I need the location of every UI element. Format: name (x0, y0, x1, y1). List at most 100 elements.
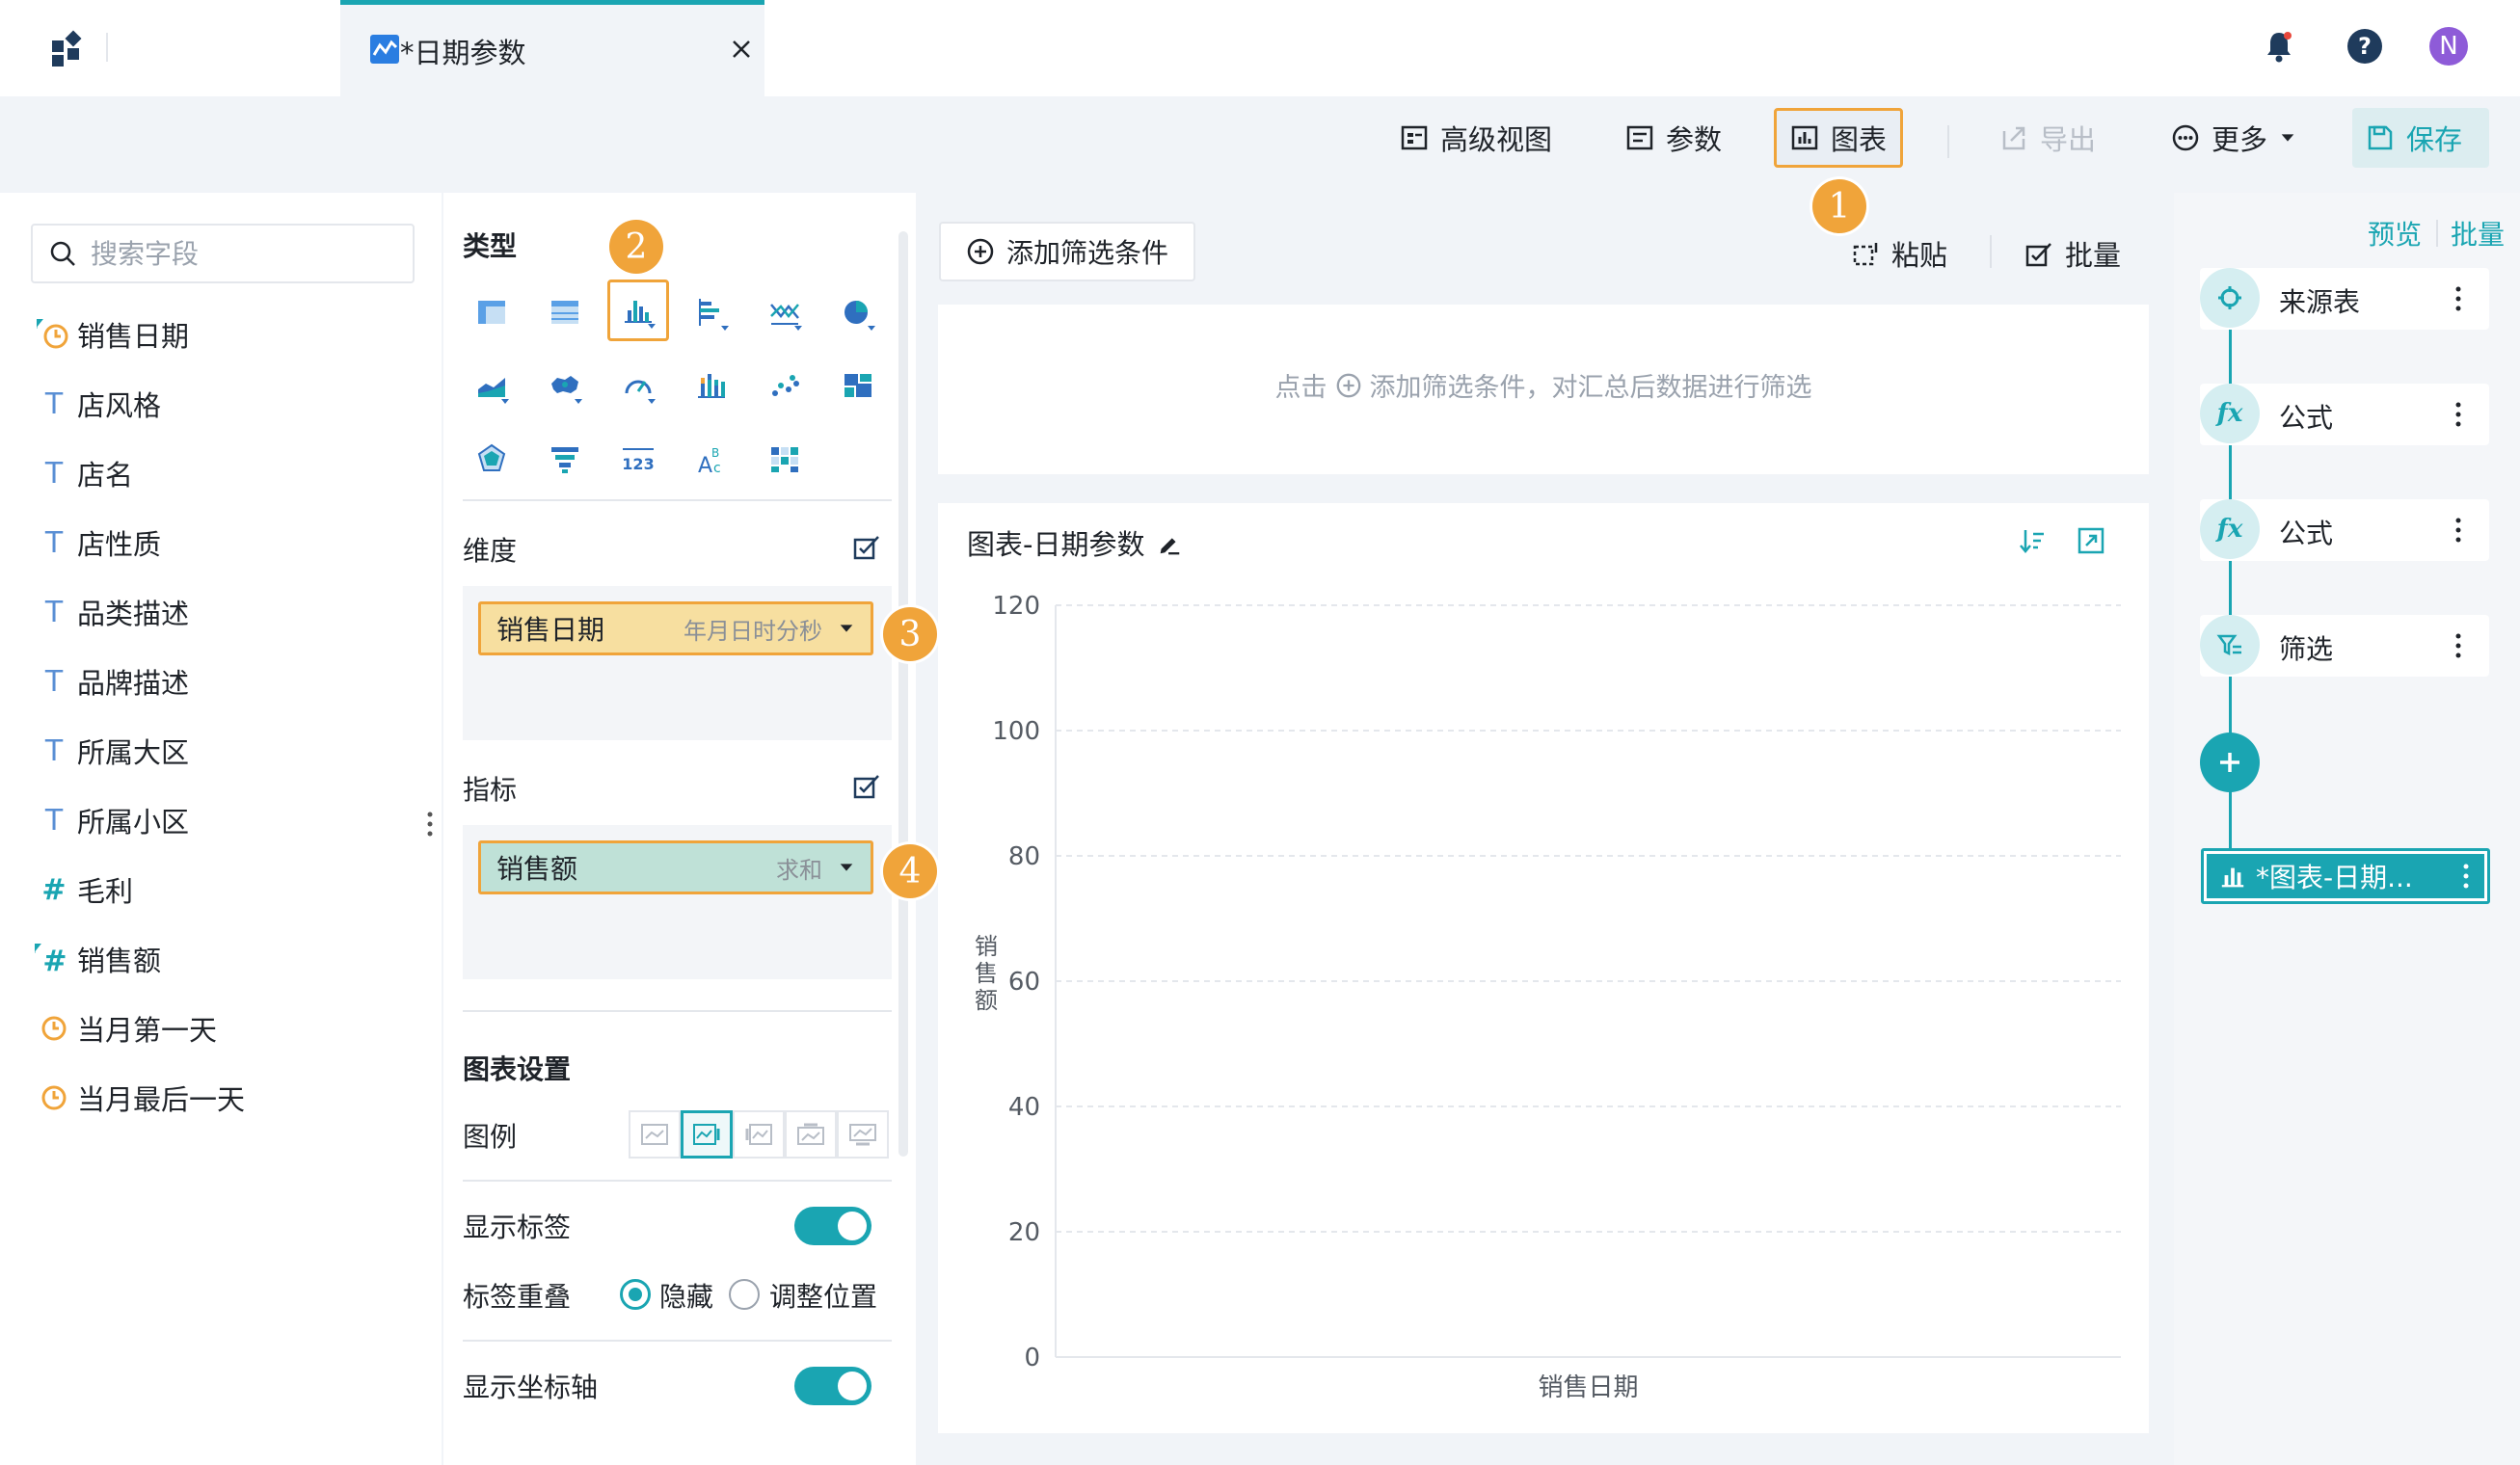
chart-type-pie[interactable] (827, 281, 889, 343)
field-label: 销售日期 (77, 320, 190, 353)
config-scrollbar[interactable] (898, 231, 908, 1157)
bell-icon[interactable] (2260, 27, 2298, 66)
field-item-subregion[interactable]: T 所属小区 (35, 796, 189, 844)
field-search-input[interactable] (91, 237, 399, 270)
legend-left-option[interactable] (733, 1110, 785, 1159)
chart-button[interactable]: 图表 (1774, 108, 1904, 168)
batch-check-icon (2025, 243, 2051, 267)
field-item-sales-amount[interactable]: # 销售额 (35, 935, 161, 983)
chart-config-panel: 类型 123 ABc 维度 销售日期 年月日时分秒 指标 销售额 求和 图表设置… (443, 193, 916, 1465)
panel-resize-handle-icon[interactable] (422, 810, 438, 839)
batch-link[interactable]: 批量 (2451, 214, 2505, 253)
svg-text:A: A (698, 454, 712, 478)
filter-icon (2200, 615, 2260, 675)
sort-icon[interactable] (2018, 526, 2047, 555)
chart-type-table[interactable] (534, 281, 596, 343)
field-item-brand-desc[interactable]: T 品牌描述 (35, 657, 189, 706)
field-item-store-nature[interactable]: T 店性质 (35, 519, 161, 567)
caret-down-icon[interactable] (838, 859, 855, 876)
heatmap-icon (771, 447, 798, 472)
more-vertical-icon[interactable] (2451, 630, 2466, 661)
field-item-sales-date[interactable]: 销售日期 (35, 310, 189, 359)
radar-icon (477, 443, 506, 471)
close-icon[interactable] (728, 36, 755, 63)
field-item-store-name[interactable]: T 店名 (35, 449, 133, 497)
params-button[interactable]: 参数 (1612, 108, 1735, 168)
paste-button[interactable]: 粘贴 (1851, 233, 1947, 274)
save-disk-icon (2368, 125, 2393, 150)
overlap-hide-radio[interactable] (620, 1279, 651, 1310)
text-type-icon: T (44, 733, 64, 768)
preview-link[interactable]: 预览 (2368, 214, 2422, 253)
tab-date-params[interactable]: *日期参数 (340, 0, 764, 96)
step-chart-active[interactable]: *图表-日期... (2201, 848, 2490, 904)
field-item-month-first-day[interactable]: 当月第一天 (35, 1004, 217, 1052)
chart-type-area[interactable] (461, 355, 523, 416)
chart-type-radar[interactable] (461, 428, 523, 490)
top-bar: *日期参数 ? N (0, 0, 2520, 96)
y-axis-title-char: 销 (975, 933, 998, 960)
more-vertical-icon[interactable] (2451, 399, 2466, 430)
advanced-view-button[interactable]: 高级视图 (1386, 108, 1566, 168)
legend-top-option[interactable] (785, 1110, 837, 1159)
text-type-icon: T (44, 525, 64, 560)
chart-type-heatmap[interactable] (754, 428, 816, 490)
avatar[interactable]: N (2429, 27, 2468, 66)
overlap-adjust-radio[interactable] (729, 1279, 760, 1310)
field-item-month-last-day[interactable]: 当月最后一天 (35, 1074, 245, 1122)
measure-pill-sales-amount[interactable]: 销售额 求和 (478, 840, 873, 894)
advanced-view-icon (1401, 125, 1428, 150)
measure-pill-label: 销售额 (496, 853, 578, 885)
chart-type-line[interactable] (754, 281, 816, 343)
dimension-edit-icon[interactable] (852, 532, 881, 561)
legend-bottom-icon (849, 1124, 876, 1146)
chart-type-word-cloud[interactable]: ABc (681, 428, 742, 490)
field-item-region[interactable]: T 所属大区 (35, 727, 189, 775)
more-vertical-icon[interactable] (2451, 515, 2466, 546)
field-item-store-style[interactable]: T 店风格 (35, 380, 161, 428)
legend-none-option[interactable] (629, 1110, 681, 1159)
dimension-pill-sales-date[interactable]: 销售日期 年月日时分秒 (478, 601, 873, 655)
chart-type-pivot-table[interactable] (461, 281, 523, 343)
svg-text:B: B (711, 446, 719, 460)
legend-right-option[interactable] (681, 1110, 733, 1159)
line-chart-icon (770, 304, 802, 331)
chart-type-map[interactable] (534, 355, 596, 416)
fullscreen-icon[interactable] (2077, 526, 2105, 555)
chart-type-bar[interactable] (681, 281, 742, 343)
chart-type-funnel[interactable] (534, 428, 596, 490)
chart-type-kpi[interactable]: 123 (607, 428, 669, 490)
field-search-box[interactable] (31, 224, 415, 283)
help-icon[interactable]: ? (2346, 27, 2384, 66)
chart-type-stacked[interactable] (681, 355, 742, 416)
chart-type-treemap[interactable] (827, 355, 889, 416)
save-button[interactable]: 保存 (2352, 108, 2489, 168)
chart-type-scatter[interactable] (754, 355, 816, 416)
caret-down-icon[interactable] (838, 620, 855, 637)
more-button[interactable]: 更多 (2158, 108, 2310, 168)
add-step-button[interactable] (2200, 732, 2260, 792)
field-item-category-desc[interactable]: T 品类描述 (35, 588, 189, 636)
measure-edit-icon[interactable] (852, 771, 881, 800)
show-labels-toggle[interactable] (794, 1207, 871, 1245)
add-filter-button[interactable]: 添加筛选条件 (939, 222, 1196, 281)
step-marker-3: 3 (883, 607, 937, 661)
more-vertical-icon[interactable] (2458, 861, 2474, 892)
area-chart-icon (478, 378, 509, 404)
chart-type-column[interactable] (607, 280, 669, 341)
edit-pencil-icon[interactable] (1156, 529, 1183, 556)
funnel-icon (551, 447, 578, 473)
field-item-gross-profit[interactable]: # 毛利 (35, 866, 133, 914)
gauge-icon (625, 380, 656, 404)
apps-grid-icon[interactable] (50, 29, 89, 67)
pivot-table-icon (478, 301, 505, 324)
show-axis-toggle[interactable] (794, 1367, 871, 1405)
more-vertical-icon[interactable] (2451, 283, 2466, 314)
batch-button[interactable]: 批量 (2024, 233, 2121, 274)
chart-type-gauge[interactable] (607, 355, 669, 416)
legend-bottom-option[interactable] (837, 1110, 889, 1159)
export-button[interactable]: 导出 (1986, 108, 2109, 168)
paste-label: 粘贴 (1891, 239, 1948, 272)
scatter-icon (772, 375, 799, 396)
y-tick-label: 60 (1008, 968, 1040, 997)
